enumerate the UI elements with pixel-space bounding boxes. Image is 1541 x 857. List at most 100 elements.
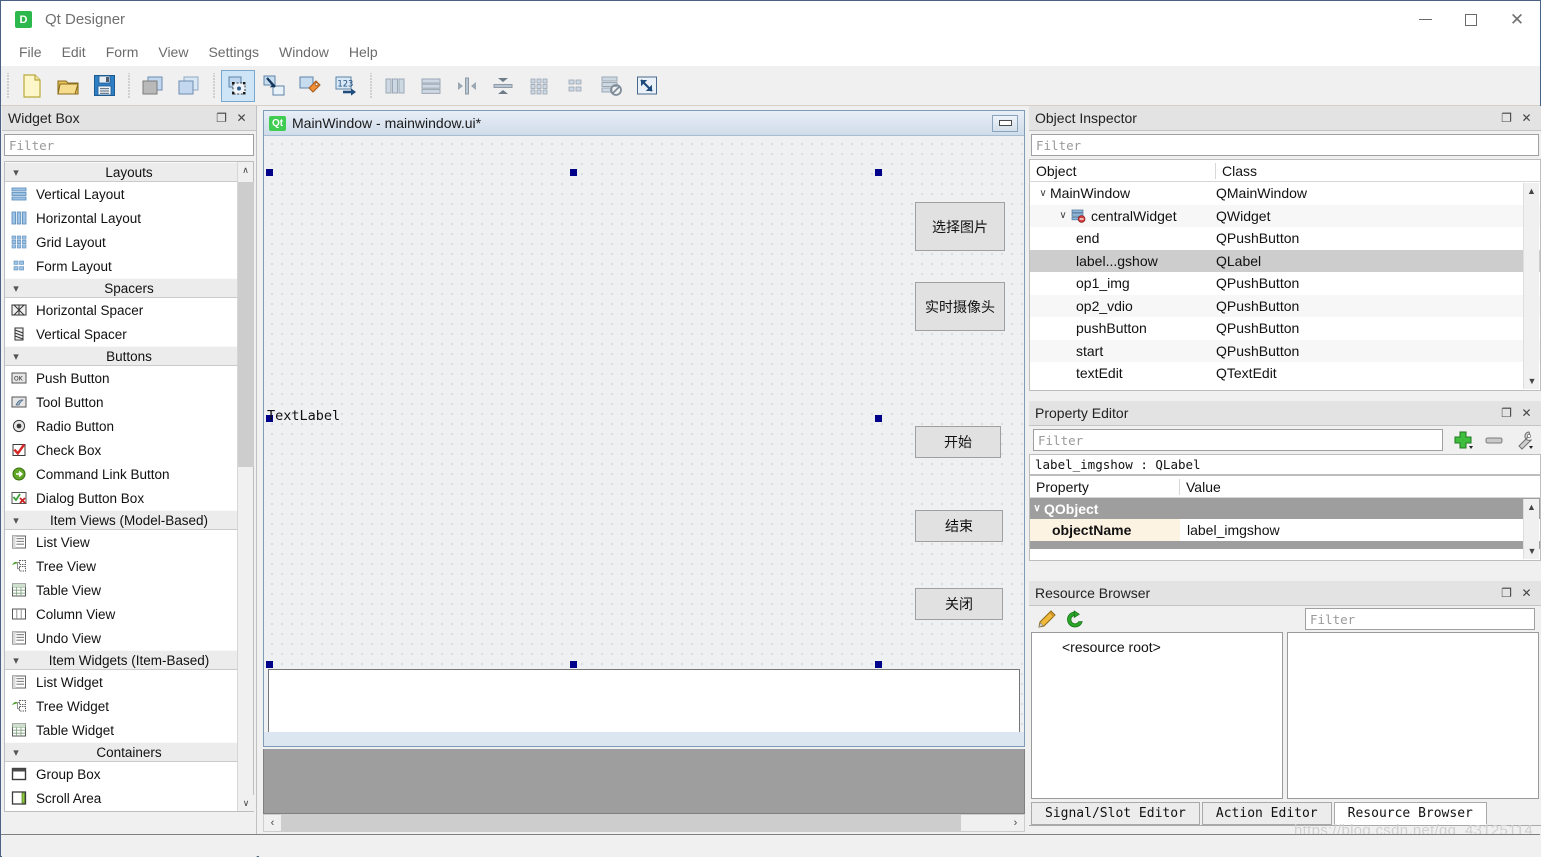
object-inspector-close-button[interactable]: ✕ (1518, 110, 1535, 127)
minimize-button[interactable] (1402, 1, 1448, 38)
resource-tree-pane[interactable]: <resource root> (1031, 632, 1283, 799)
scroll-up-arrow-icon[interactable]: ▲ (1524, 183, 1539, 199)
table-row[interactable]: ∨ MainWindow QMainWindow (1030, 182, 1540, 205)
toolbar-grip-2[interactable] (125, 72, 132, 99)
scroll-right-arrow-icon[interactable]: › (1007, 817, 1024, 829)
remove-property-button[interactable] (1479, 428, 1509, 452)
scrollbar-thumb[interactable] (238, 182, 254, 467)
widget-category-spacers[interactable]: ▾ Spacers (5, 278, 253, 298)
object-inspector-float-button[interactable]: ❐ (1498, 110, 1515, 127)
end-button[interactable]: 结束 (915, 510, 1003, 542)
widget-item-horizontal-spacer[interactable]: Horizontal Spacer (5, 298, 253, 322)
menu-help[interactable]: Help (339, 41, 388, 63)
live-camera-button[interactable]: 实时摄像头 (915, 282, 1005, 331)
chevron-down-icon[interactable]: ∨ (1030, 503, 1044, 514)
layout-vertically-button[interactable] (414, 70, 448, 102)
column-header-class[interactable]: Class (1216, 163, 1540, 179)
layout-form-button[interactable] (558, 70, 592, 102)
object-inspector-scrollbar[interactable]: ▲ ▼ (1523, 183, 1539, 389)
table-row[interactable]: op2_vdio QPushButton (1030, 294, 1540, 317)
edit-buddies-button[interactable] (293, 70, 327, 102)
property-editor-filter-input[interactable]: Filter (1033, 429, 1443, 451)
column-header-object[interactable]: Object (1030, 162, 1216, 179)
tab-signal-slot-editor[interactable]: Signal/Slot Editor (1031, 802, 1200, 825)
break-layout-button[interactable] (594, 70, 628, 102)
selection-handle[interactable] (266, 169, 273, 176)
scroll-left-arrow-icon[interactable]: ‹ (264, 817, 281, 829)
widget-category-layouts[interactable]: ▾ Layouts (5, 162, 253, 182)
select-image-button[interactable]: 选择图片 (915, 202, 1005, 251)
selection-handle[interactable] (875, 169, 882, 176)
widget-item-list-view[interactable]: List View (5, 530, 253, 554)
menu-window[interactable]: Window (269, 41, 339, 63)
widget-item-dialog-button-box[interactable]: Dialog Button Box (5, 486, 253, 510)
scroll-down-arrow-icon[interactable]: ▼ (1524, 373, 1540, 389)
toolbar-grip-4[interactable] (367, 72, 374, 99)
undo-button[interactable] (136, 70, 170, 102)
toolbar-grip[interactable] (4, 72, 11, 99)
widget-box-close-button[interactable]: ✕ (233, 110, 250, 127)
menu-file[interactable]: File (9, 41, 52, 63)
widget-item-list-widget[interactable]: List Widget (5, 670, 253, 694)
widget-item-check-box[interactable]: Check Box (5, 438, 253, 462)
widget-item-vertical-spacer[interactable]: Vertical Spacer (5, 322, 253, 346)
widget-category-item-widgets[interactable]: ▾ Item Widgets (Item-Based) (5, 650, 253, 670)
property-group-qwidget[interactable] (1030, 541, 1540, 549)
adjust-size-button[interactable] (630, 70, 664, 102)
configure-button[interactable] (1509, 428, 1539, 452)
widget-category-buttons[interactable]: ▾ Buttons (5, 346, 253, 366)
widget-box-scrollbar[interactable]: ∧ ∨ (237, 162, 254, 811)
text-label-widget[interactable]: TextLabel (267, 408, 340, 424)
property-editor-close-button[interactable]: ✕ (1518, 405, 1535, 422)
table-row[interactable]: op1_img QPushButton (1030, 272, 1540, 295)
menu-view[interactable]: View (148, 41, 198, 63)
widget-item-vertical-layout[interactable]: Vertical Layout (5, 182, 253, 206)
form-horizontal-scrollbar[interactable]: ‹ › (263, 814, 1025, 832)
property-editor-float-button[interactable]: ❐ (1498, 405, 1515, 422)
redo-button[interactable] (172, 70, 206, 102)
property-group-qobject[interactable]: ∨ QObject (1030, 498, 1540, 519)
new-form-button[interactable] (15, 70, 49, 102)
close-button[interactable]: ✕ (1494, 1, 1540, 38)
widget-item-tool-button[interactable]: Tool Button (5, 390, 253, 414)
scroll-down-arrow-icon[interactable]: ∨ (238, 795, 254, 811)
selection-handle[interactable] (875, 661, 882, 668)
reload-button[interactable] (1061, 608, 1089, 630)
edit-widgets-button[interactable] (221, 69, 255, 102)
resource-root-item[interactable]: <resource root> (1032, 633, 1282, 655)
property-value[interactable]: label_imgshow (1180, 522, 1540, 538)
table-row[interactable]: end QPushButton (1030, 227, 1540, 250)
form-minimize-button[interactable] (992, 114, 1018, 132)
layout-splitter-vertical-button[interactable] (486, 70, 520, 102)
layout-grid-button[interactable] (522, 70, 556, 102)
widget-item-table-widget[interactable]: Table Widget (5, 718, 253, 742)
toolbar-grip-3[interactable] (210, 72, 217, 99)
widget-item-group-box[interactable]: Group Box (5, 762, 253, 786)
widget-item-command-link-button[interactable]: Command Link Button (5, 462, 253, 486)
edit-resources-button[interactable] (1033, 608, 1061, 630)
widget-item-form-layout[interactable]: Form Layout (5, 254, 253, 278)
selection-handle[interactable] (570, 169, 577, 176)
widget-category-item-views[interactable]: ▾ Item Views (Model-Based) (5, 510, 253, 530)
selection-handle[interactable] (266, 661, 273, 668)
menu-edit[interactable]: Edit (52, 41, 96, 63)
column-header-property[interactable]: Property (1030, 478, 1180, 495)
menu-settings[interactable]: Settings (198, 41, 269, 63)
menu-form[interactable]: Form (96, 41, 149, 63)
table-row[interactable]: textEdit QTextEdit (1030, 362, 1540, 385)
layout-splitter-horizontal-button[interactable] (450, 70, 484, 102)
scroll-up-arrow-icon[interactable]: ∧ (238, 162, 253, 178)
table-row[interactable]: pushButton QPushButton (1030, 317, 1540, 340)
form-canvas[interactable]: TextLabel 选择图片 实时摄像头 开始 结束 关闭 (264, 136, 1024, 746)
selection-handle[interactable] (570, 661, 577, 668)
object-inspector-filter-input[interactable]: Filter (1031, 134, 1539, 156)
save-form-button[interactable] (87, 70, 121, 102)
edit-signals-slots-button[interactable] (257, 70, 291, 102)
resource-browser-float-button[interactable]: ❐ (1498, 585, 1515, 602)
widget-item-tree-view[interactable]: Tree View (5, 554, 253, 578)
resource-browser-close-button[interactable]: ✕ (1518, 585, 1535, 602)
widget-box-filter-input[interactable]: Filter (4, 134, 254, 156)
widget-item-scroll-area[interactable]: Scroll Area (5, 786, 253, 810)
hscrollbar-thumb[interactable] (281, 815, 961, 831)
widget-box-float-button[interactable]: ❐ (213, 110, 230, 127)
